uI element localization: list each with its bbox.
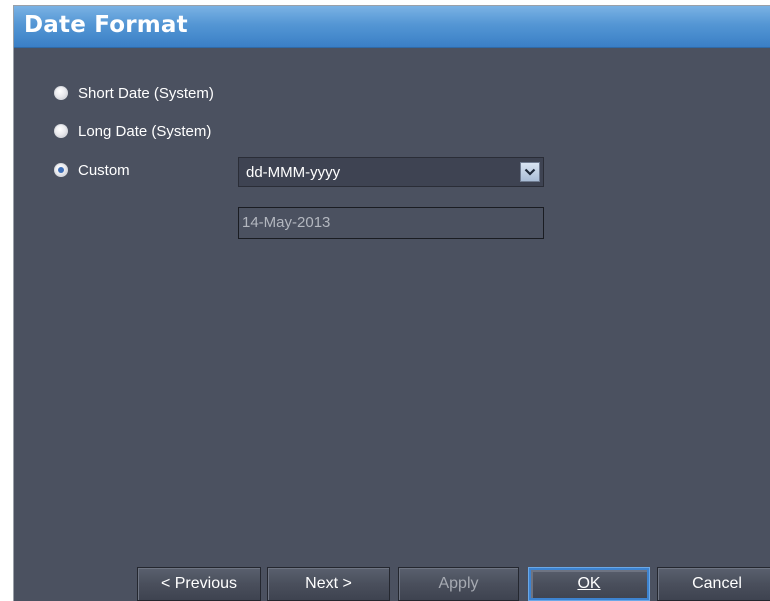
radio-button-selected[interactable] bbox=[54, 163, 68, 177]
radio-button[interactable] bbox=[54, 86, 68, 100]
apply-button[interactable]: Apply bbox=[398, 567, 519, 601]
date-format-dialog: Date Format Short Date (System) Long Dat… bbox=[13, 5, 770, 601]
ok-button-label: OK bbox=[577, 575, 601, 592]
radio-button[interactable] bbox=[54, 124, 68, 138]
previous-button-label: < Previous bbox=[160, 575, 238, 592]
dialog-title: Date Format bbox=[24, 12, 188, 38]
radio-custom[interactable]: Custom bbox=[54, 160, 130, 180]
next-button[interactable]: Next > bbox=[267, 567, 390, 601]
preview-value: 14-May-2013 bbox=[242, 214, 331, 231]
previous-button[interactable]: < Previous bbox=[137, 567, 261, 601]
next-button-label: Next > bbox=[305, 575, 352, 592]
radio-short-date[interactable]: Short Date (System) bbox=[54, 83, 214, 103]
dropdown-value: dd-MMM-yyyy bbox=[246, 164, 341, 181]
apply-button-label: Apply bbox=[438, 575, 479, 592]
ok-button[interactable]: OK bbox=[528, 567, 650, 601]
chevron-down-icon[interactable] bbox=[520, 162, 540, 182]
radio-label: Long Date (System) bbox=[78, 122, 212, 140]
title-bar: Date Format bbox=[14, 6, 770, 48]
cancel-button[interactable]: Cancel bbox=[657, 567, 770, 601]
cancel-button-label: Cancel bbox=[692, 575, 742, 592]
radio-label: Custom bbox=[78, 161, 130, 179]
date-preview-field: 14-May-2013 bbox=[238, 207, 544, 239]
radio-long-date[interactable]: Long Date (System) bbox=[54, 121, 211, 141]
radio-label: Short Date (System) bbox=[78, 84, 214, 102]
custom-format-dropdown[interactable]: dd-MMM-yyyy bbox=[238, 157, 544, 187]
